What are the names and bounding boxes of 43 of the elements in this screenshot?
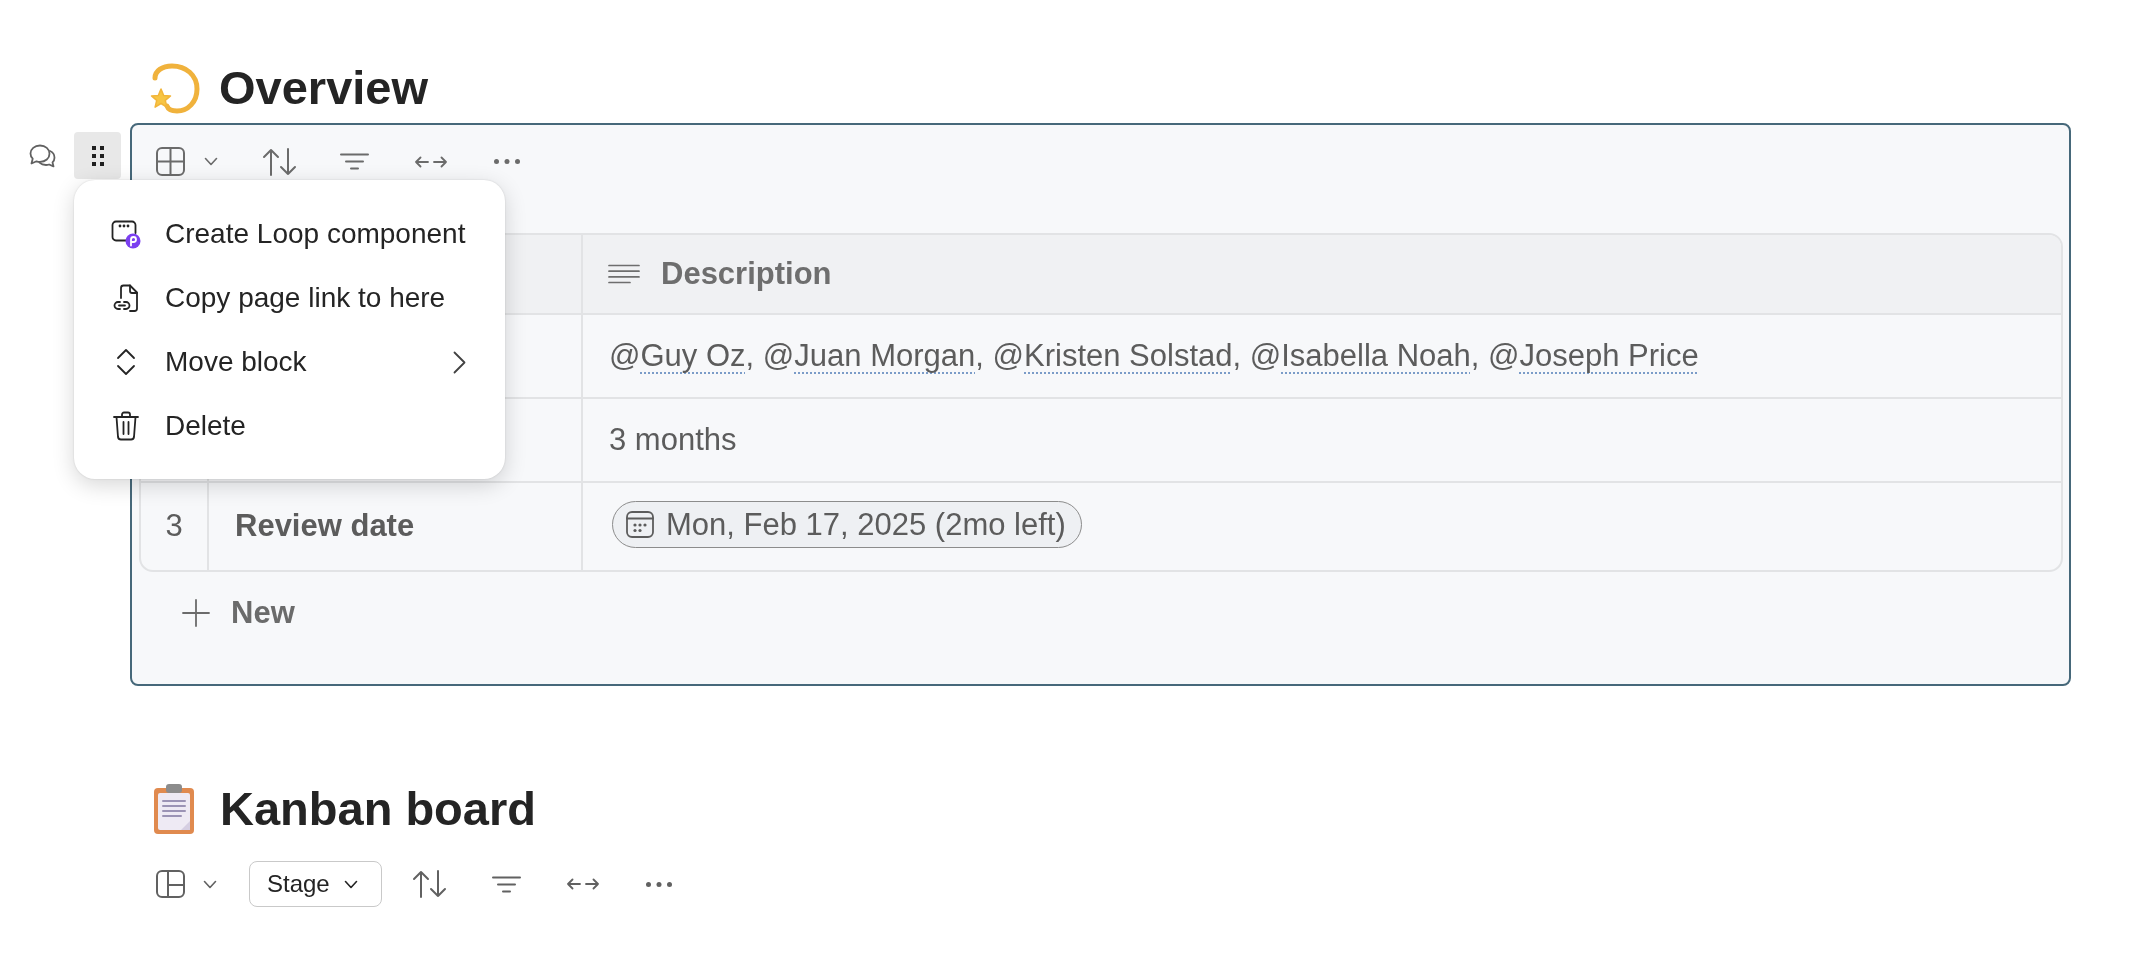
document-link-icon — [112, 283, 140, 313]
more-icon[interactable] — [494, 159, 520, 164]
table-cell: 3 months — [583, 399, 2061, 483]
sort-icon[interactable] — [262, 147, 297, 176]
mention-link[interactable]: @Isabella Noah — [1249, 337, 1471, 373]
menu-item[interactable]: Create Loop component — [74, 202, 505, 266]
left-right-arrows-icon[interactable] — [566, 878, 599, 890]
chevron-down-icon[interactable] — [204, 157, 218, 166]
drag-handle-button[interactable] — [74, 132, 121, 179]
mention-link[interactable]: @Juan Morgan — [762, 337, 976, 373]
board-layout-icon[interactable] — [156, 870, 185, 898]
grip-icon — [91, 145, 104, 166]
text-lines-icon — [608, 264, 640, 284]
window-badge-icon — [111, 219, 141, 249]
up-down-chevron-icon — [115, 347, 137, 377]
group-by-button[interactable]: Stage — [249, 861, 382, 907]
new-row-button[interactable]: New — [182, 591, 295, 635]
more-icon[interactable] — [645, 881, 672, 887]
chevron-down-icon — [343, 879, 358, 889]
trash-icon — [113, 411, 139, 441]
menu-item[interactable]: Copy page link to here — [74, 266, 505, 330]
filter-icon[interactable] — [340, 153, 369, 170]
left-right-arrows-icon[interactable] — [415, 155, 447, 168]
date-chip[interactable]: Mon, Feb 17, 2025 (2mo left) — [612, 501, 1082, 549]
mention-link[interactable]: @Kristen Solstad — [992, 337, 1233, 373]
column-header[interactable]: Description — [608, 250, 832, 298]
mention-link[interactable]: @Guy Oz — [609, 337, 746, 373]
row-number: 3 — [141, 483, 209, 570]
table-cell: Review date — [209, 483, 583, 570]
clipboard-icon — [153, 783, 195, 835]
mention-link[interactable]: @Joseph Price — [1488, 337, 1699, 373]
menu-item[interactable]: Delete — [74, 394, 505, 458]
sort-icon[interactable] — [411, 870, 447, 898]
comments-icon[interactable] — [29, 144, 56, 168]
table-icon[interactable] — [156, 147, 185, 176]
section-title: Kanban board — [220, 781, 536, 837]
chevron-down-icon[interactable] — [203, 879, 217, 889]
menu-item[interactable]: Move block — [74, 330, 505, 394]
filter-icon[interactable] — [491, 875, 521, 893]
calendar-icon — [626, 511, 654, 539]
section-title: Overview — [219, 60, 429, 116]
mentions-text: @Guy Oz, @Juan Morgan, @Kristen Solstad, @Isabella Noah, @Joseph Price — [609, 337, 1699, 373]
plus-icon — [182, 599, 210, 627]
